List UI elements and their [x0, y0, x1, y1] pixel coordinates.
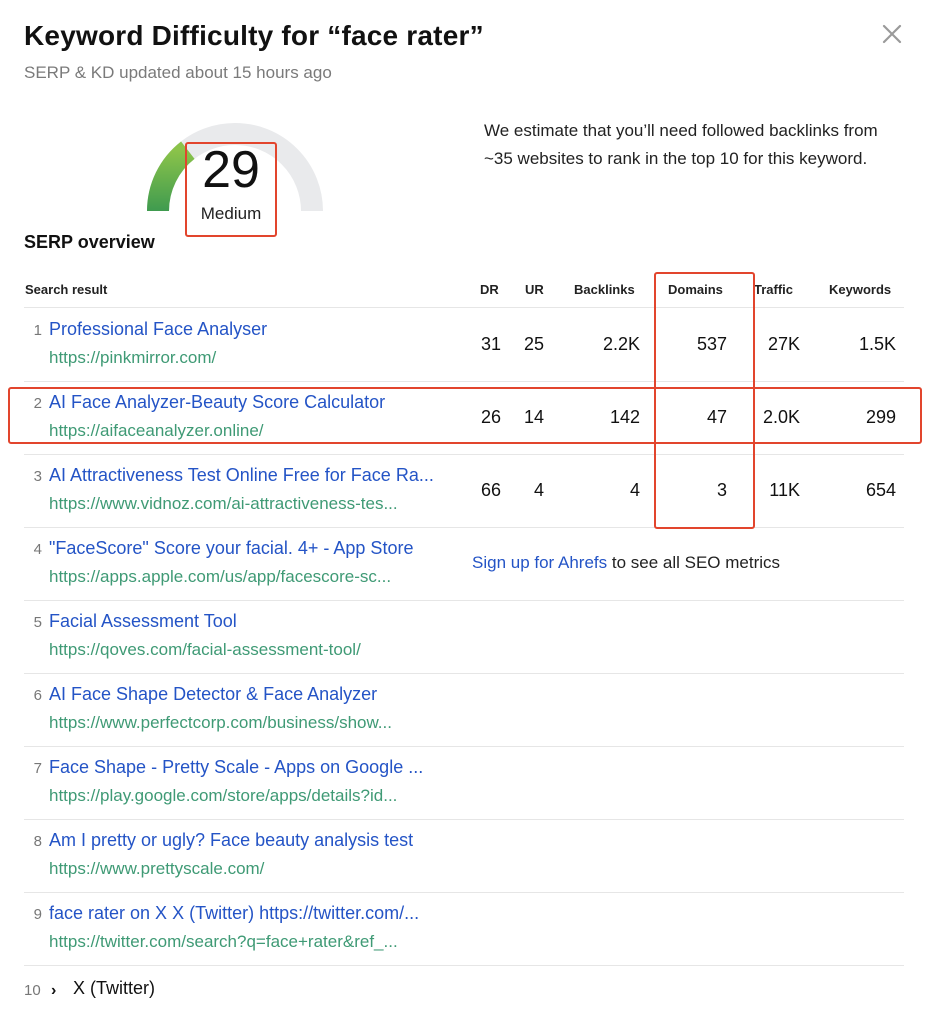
dialog-title: Keyword Difficulty for “face rater” [24, 20, 484, 51]
signup-prompt: Sign up for Ahrefs to see all SEO metric… [472, 553, 780, 573]
kd-score: 29 [202, 141, 260, 199]
serp-row-8: 8 Am I pretty or ugly? Face beauty analys… [24, 820, 904, 893]
rank-number: 10 [24, 982, 41, 999]
result-title-link[interactable]: Facial Assessment Tool [49, 611, 237, 632]
serp-row-10[interactable]: 10 › X (Twitter) [24, 976, 904, 1006]
metric-ur: 25 [523, 334, 544, 354]
serp-row-9: 9 face rater on X X (Twitter) https://twi… [24, 893, 904, 966]
result-title-link[interactable]: "FaceScore" Score your facial. 4+ - App … [49, 538, 413, 559]
rank-number: 1 [33, 322, 42, 339]
serp-row-3: 3 AI Attractiveness Test Online Free for … [24, 455, 904, 528]
col-traffic[interactable]: Traffic [754, 282, 793, 297]
serp-overview-heading: SERP overview [24, 232, 155, 252]
metric-dr: 31 [480, 334, 501, 354]
metric-backlinks: 4 [629, 480, 640, 500]
chevron-right-icon[interactable]: › [51, 982, 56, 1000]
result-title-link[interactable]: Am I pretty or ugly? Face beauty analysi… [49, 830, 413, 851]
result-title-link[interactable]: AI Face Shape Detector & Face Analyzer [49, 684, 377, 705]
serp-row-7: 7 Face Shape - Pretty Scale - Apps on Goo… [24, 747, 904, 820]
rank-number: 3 [33, 468, 42, 485]
metric-keywords: 1.5K [858, 334, 896, 354]
serp-row-4: 4 "FaceScore" Score your facial. 4+ - App… [24, 528, 904, 601]
rank-number: 6 [33, 687, 42, 704]
result-url-link[interactable]: https://www.perfectcorp.com/business/sho… [49, 713, 392, 733]
serp-row-6: 6 AI Face Shape Detector & Face Analyzer h… [24, 674, 904, 747]
result-url-link[interactable]: https://www.vidnoz.com/ai-attractiveness… [49, 494, 398, 514]
result-url-link[interactable]: https://twitter.com/search?q=face+rater&… [49, 932, 398, 952]
rank-number: 5 [33, 614, 42, 631]
serp-table-header: Search result DR UR Backlinks Domains Tr… [24, 272, 904, 308]
rank-number: 8 [33, 833, 42, 850]
close-icon[interactable] [878, 20, 906, 48]
backlinks-estimate: We estimate that you’ll need followed ba… [484, 121, 878, 168]
serp-row-1: 1 Professional Face Analyser https://pinkm… [24, 309, 904, 382]
rank-number: 4 [33, 541, 42, 558]
result-url-link[interactable]: https://apps.apple.com/us/app/facescore-… [49, 567, 391, 587]
col-keywords[interactable]: Keywords [829, 282, 891, 297]
col-search-result: Search result [25, 282, 108, 297]
serp-row-5: 5 Facial Assessment Tool https://qoves.com… [24, 601, 904, 674]
rank-number: 9 [33, 906, 42, 923]
metric-ur: 4 [533, 480, 544, 500]
metric-traffic: 27K [767, 334, 800, 354]
col-dr[interactable]: DR [480, 282, 499, 297]
col-backlinks[interactable]: Backlinks [574, 282, 635, 297]
metric-traffic: 11K [769, 480, 800, 500]
metric-backlinks: 2.2K [602, 334, 640, 354]
result-url-link[interactable]: https://pinkmirror.com/ [49, 348, 216, 368]
col-ur[interactable]: UR [525, 282, 544, 297]
updated-subtitle: SERP & KD updated about 15 hours ago [24, 63, 332, 82]
result-title-link[interactable]: face rater on X X (Twitter) https://twit… [49, 903, 419, 924]
rank-number: 7 [33, 760, 42, 777]
result-title-link[interactable]: AI Attractiveness Test Online Free for F… [49, 465, 434, 486]
result-title-link[interactable]: Professional Face Analyser [49, 319, 267, 340]
result-title[interactable]: X (Twitter) [73, 978, 155, 999]
row-2-highlight [8, 387, 922, 444]
signup-text: to see all SEO metrics [607, 553, 781, 572]
kd-level: Medium [200, 204, 262, 223]
result-url-link[interactable]: https://qoves.com/facial-assessment-tool… [49, 640, 361, 660]
metric-keywords: 654 [865, 480, 896, 500]
result-url-link[interactable]: https://www.prettyscale.com/ [49, 859, 264, 879]
result-url-link[interactable]: https://play.google.com/store/apps/detai… [49, 786, 397, 806]
gauge-fill [147, 141, 195, 212]
result-title-link[interactable]: Face Shape - Pretty Scale - Apps on Goog… [49, 757, 423, 778]
metric-dr: 66 [480, 480, 501, 500]
signup-link[interactable]: Sign up for Ahrefs [472, 553, 607, 572]
